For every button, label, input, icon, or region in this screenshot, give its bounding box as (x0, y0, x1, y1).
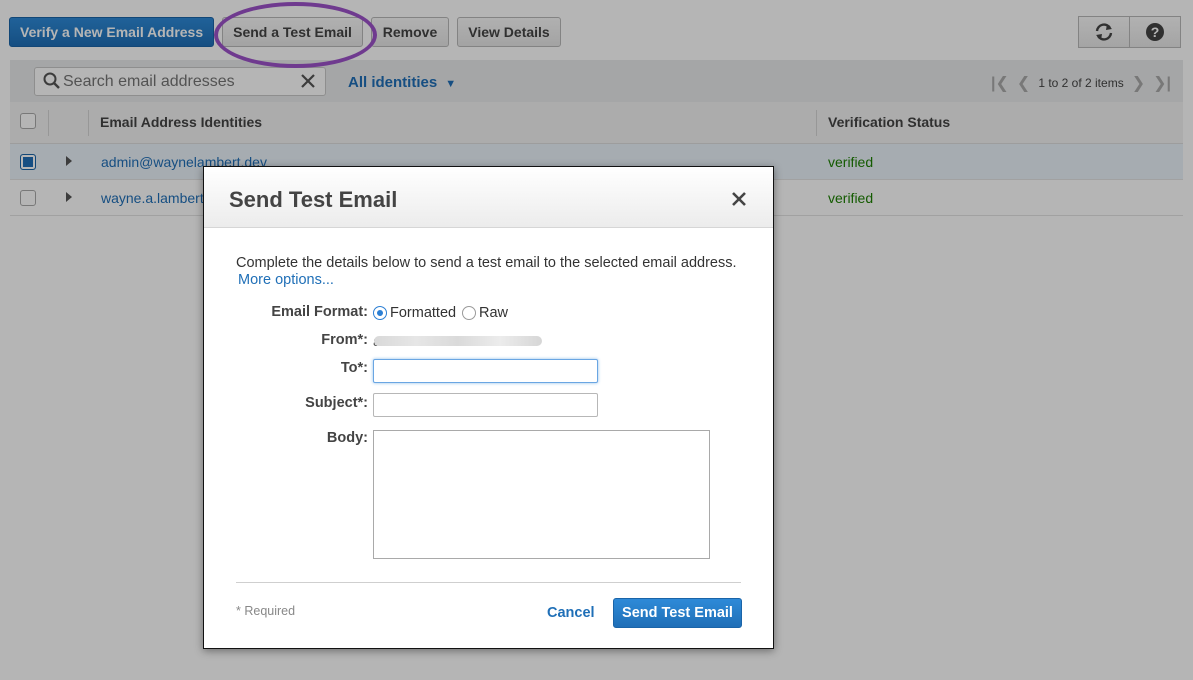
required-note: * Required (236, 604, 296, 618)
subject-label: Subject*: (305, 395, 368, 411)
formatted-radio-label[interactable]: Formatted (390, 305, 456, 321)
redacted-from-address (374, 336, 542, 346)
raw-radio-label[interactable]: Raw (479, 305, 508, 321)
body-label: Body: (326, 430, 368, 446)
dialog-header: Send Test Email (204, 167, 773, 228)
send-test-email-dialog: Send Test Email Complete the details bel… (203, 166, 774, 649)
to-input[interactable] (373, 359, 598, 383)
formatted-radio[interactable] (373, 306, 387, 320)
close-icon[interactable] (731, 191, 747, 207)
dialog-intro-text: Complete the details below to send a tes… (236, 255, 737, 271)
footer-divider (236, 582, 741, 583)
body-textarea[interactable] (373, 430, 710, 559)
email-format-label: Email Format: (271, 304, 368, 320)
raw-radio[interactable] (462, 306, 476, 320)
cancel-button[interactable]: Cancel (547, 605, 595, 621)
dialog-title: Send Test Email (229, 187, 398, 212)
send-test-email-submit-button[interactable]: Send Test Email (613, 598, 742, 628)
highlight-annotation (214, 2, 377, 68)
from-label: From*: (321, 332, 368, 348)
more-options-link[interactable]: More options... (238, 272, 334, 288)
to-label: To*: (340, 360, 368, 376)
subject-input[interactable] (373, 393, 598, 417)
